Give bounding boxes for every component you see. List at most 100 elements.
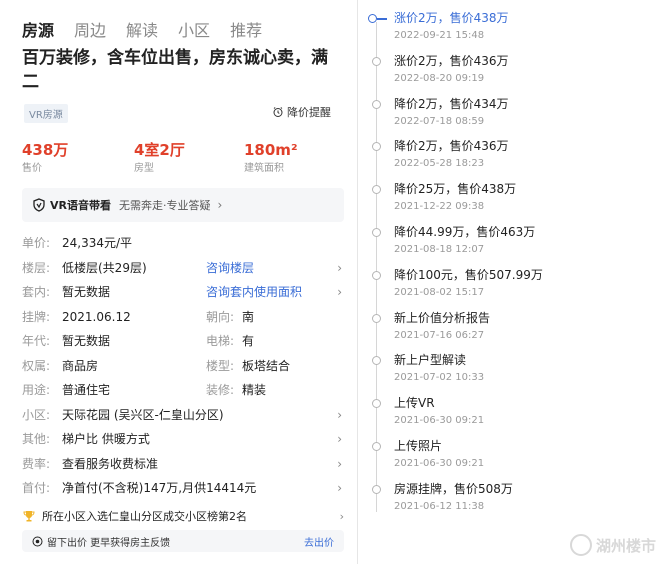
row-fees[interactable]: 费率: 查看服务收费标准 › (22, 453, 344, 478)
alarm-clock-icon (273, 107, 283, 117)
timeline-date: 2022-09-21 15:48 (394, 30, 485, 41)
watermark-text: 湖州楼市 (595, 536, 656, 555)
timeline-dot-icon (372, 356, 381, 366)
timeline-item: 新上价值分析报告 2021-07-16 06:27 (364, 308, 654, 351)
timeline-dot-icon (372, 185, 381, 195)
row-label: 权属: (22, 358, 51, 373)
row-label: 其他: (22, 432, 51, 446)
timeline-title: 降价2万，售价436万 (394, 139, 509, 154)
tab-analysis[interactable]: 解读 (126, 17, 158, 41)
vr-guide-subtitle: 无需奔走·专业答疑 (118, 199, 211, 212)
chevron-right-icon[interactable]: › (337, 404, 342, 426)
row-label: 小区: (22, 407, 51, 422)
row-listed: 挂牌: 2021.06.12 朝向: 南 (22, 306, 344, 331)
tab-recommend[interactable]: 推荐 (230, 17, 262, 41)
chevron-right-icon[interactable]: › (337, 428, 342, 450)
stat-layout: 4室2厅 房型 (134, 140, 185, 176)
chevron-right-icon[interactable]: › (337, 453, 342, 475)
chevron-right-icon[interactable]: › (340, 510, 344, 523)
timeline-item: 降价2万，售价434万 2022-07-18 08:59 (364, 94, 654, 137)
stat-area: 180m² 建筑面积 (244, 140, 298, 176)
row-usage: 用途: 普通住宅 装修: 精装 (22, 379, 344, 404)
row-label: 单价: (22, 236, 51, 250)
tab-community[interactable]: 小区 (178, 17, 210, 41)
row-label: 电梯: (206, 334, 235, 348)
trophy-icon (23, 511, 35, 522)
row-value: 暂无数据 (62, 334, 111, 348)
watermark: 湖州楼市 (569, 534, 656, 556)
timeline-date: 2021-06-30 09:21 (394, 415, 485, 427)
row-label: 年代: (22, 334, 51, 348)
listing-panel: 房源 周边 解读 小区 推荐 百万装修，含车位出售，房东诚心卖，满二 VR房源 … (14, 8, 347, 556)
timeline-title: 涨价2万，售价436万 (394, 53, 509, 68)
vr-guide-banner[interactable]: VR语音带看 无需奔走·专业答疑 › (22, 188, 344, 222)
timeline-title: 新上价值分析报告 (394, 310, 491, 325)
row-other[interactable]: 其他: 梯户比 供暖方式 › (22, 428, 344, 453)
row-down-payment[interactable]: 首付: 净首付(不含税)147万,月供14414元 › (22, 477, 344, 502)
row-label: 朝向: (206, 309, 235, 324)
timeline-date: 2022-07-18 08:59 (394, 115, 485, 127)
stat-price: 438万 售价 (22, 140, 68, 176)
chevron-right-icon[interactable]: › (337, 281, 342, 303)
timeline-dot-icon (372, 441, 381, 451)
timeline-dot-icon (372, 399, 381, 409)
row-interior: 套内: 暂无数据 咨询套内使用面积 › (22, 281, 344, 306)
timeline-date: 2022-08-20 09:19 (394, 72, 485, 84)
tab-nearby[interactable]: 周边 (74, 17, 106, 41)
row-year: 年代: 暂无数据 电梯: 有 (22, 330, 344, 355)
timeline-item: 降价100元，售价507.99万 2021-08-02 15:17 (364, 265, 654, 308)
row-unit-price: 单价: 24,334元/平 (22, 232, 344, 257)
timeline-item: 降价25万，售价438万 2021-12-22 09:38 (364, 179, 654, 222)
rank-text: 所在小区入选仁皇山分区成交小区榜第2名 (42, 510, 247, 523)
ask-interior-area-link[interactable]: 咨询套内使用面积 (206, 281, 302, 303)
row-community[interactable]: 小区: 天际花园 (吴兴区-仁皇山分区) › (22, 404, 344, 429)
row-label: 装修: (206, 383, 235, 397)
timeline-item: 涨价2万，售价436万 2022-08-20 09:19 (364, 51, 654, 94)
row-value: 商品房 (62, 358, 99, 373)
timeline-dot-icon (372, 99, 381, 109)
timeline-title: 新上户型解读 (394, 353, 467, 368)
community-rank-banner[interactable]: 所在小区入选仁皇山分区成交小区榜第2名 › (22, 506, 344, 526)
ask-floor-link[interactable]: 咨询楼层 (206, 257, 254, 279)
timeline-date: 2021-06-30 09:21 (394, 457, 485, 469)
timeline-date: 2022-05-28 18:23 (394, 158, 485, 170)
panel-divider (357, 0, 358, 564)
offer-prompt: 留下出价 更早获得房主反馈 (47, 537, 171, 549)
row-label: 楼型: (206, 358, 235, 373)
row-value: 24,334元/平 (62, 236, 133, 250)
timeline-title: 降价100元，售价507.99万 (394, 267, 543, 282)
timeline-dot-icon (372, 484, 381, 494)
timeline-title: 降价44.99万，售价463万 (394, 224, 536, 239)
timeline-title: 房源挂牌，售价508万 (394, 481, 513, 496)
row-label: 挂牌: (22, 309, 51, 324)
price-alert-button[interactable]: 降价提醒 (272, 104, 331, 120)
detail-list: 单价: 24,334元/平 楼层: 低楼层(共29层) 咨询楼层 › 套内: 暂… (22, 232, 344, 502)
timeline-dot-icon (368, 14, 377, 23)
stat-label: 售价 (22, 163, 42, 174)
timeline-title: 降价2万，售价434万 (394, 96, 509, 111)
stat-value: 180m² (244, 141, 298, 159)
chevron-right-icon[interactable]: › (337, 257, 342, 279)
timeline-title: 上传照片 (394, 438, 443, 453)
make-offer-bar: 留下出价 更早获得房主反馈 去出价 (22, 530, 344, 552)
row-value: 精装 (242, 383, 267, 397)
key-stats: 438万 售价 4室2厅 房型 180m² 建筑面积 (22, 140, 342, 180)
chevron-right-icon: › (217, 198, 223, 212)
row-value: 南 (242, 309, 255, 324)
row-value: 净首付(不含税)147万,月供14414元 (62, 481, 257, 495)
timeline-current-marker (377, 18, 387, 20)
chevron-right-icon[interactable]: › (337, 477, 342, 499)
timeline-item: 涨价2万，售价438万 2022-09-21 15:48 (364, 8, 654, 51)
make-offer-button[interactable]: 去出价 (304, 534, 334, 549)
vr-guide-title: VR语音带看 (50, 199, 111, 212)
timeline-dot-icon (372, 270, 381, 280)
tab-listing[interactable]: 房源 (22, 17, 54, 41)
timeline-date: 2021-08-02 15:17 (394, 286, 485, 298)
timeline-item: 上传照片 2021-06-30 09:21 (364, 436, 654, 479)
listing-title: 百万装修，含车位出售，房东诚心卖，满二 (22, 48, 328, 92)
row-value: 查看服务收费标准 (62, 456, 159, 471)
timeline-date: 2021-07-02 10:33 (394, 372, 485, 384)
timeline-date: 2021-07-16 06:27 (394, 329, 485, 341)
row-value: 暂无数据 (62, 285, 111, 299)
timeline-dot-icon (372, 56, 381, 66)
